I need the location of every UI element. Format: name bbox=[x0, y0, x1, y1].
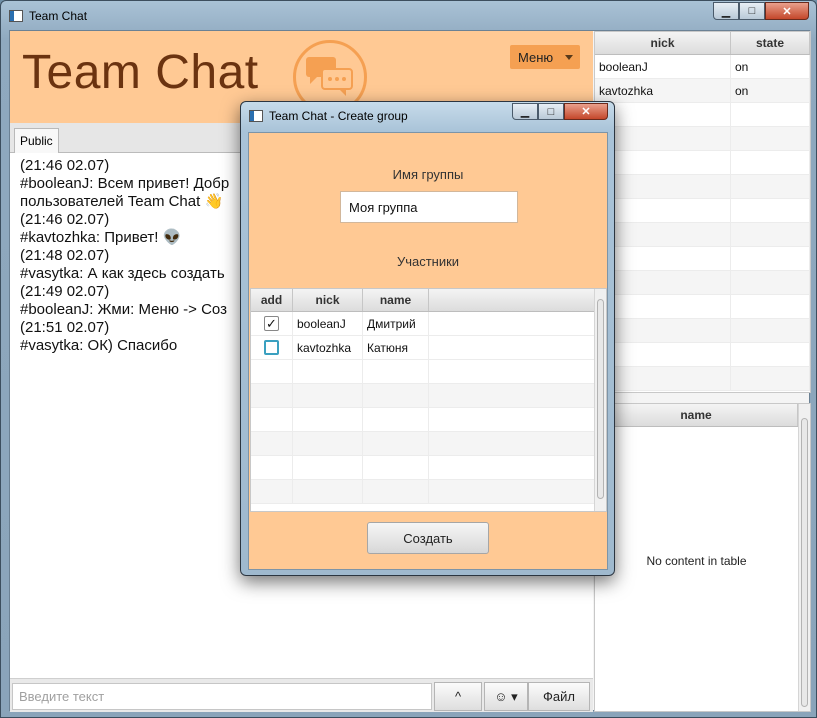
emoji-button[interactable]: ☺ ▾ bbox=[484, 682, 528, 711]
members-table-header: add nick name bbox=[251, 289, 594, 312]
groups-table: name No content in table bbox=[594, 403, 811, 712]
empty-row bbox=[595, 199, 810, 223]
dialog-title-bar: Team Chat - Create group bbox=[249, 109, 408, 123]
app-icon bbox=[249, 110, 263, 122]
empty-row bbox=[595, 151, 810, 175]
column-header-nick[interactable]: nick bbox=[595, 32, 731, 54]
create-group-dialog: Team Chat - Create group ▁ □ ✕ Имя групп… bbox=[240, 101, 615, 576]
column-header-add[interactable]: add bbox=[251, 289, 293, 311]
column-header-nick[interactable]: nick bbox=[293, 289, 363, 311]
column-header-state[interactable]: state bbox=[731, 32, 810, 54]
empty-row bbox=[595, 175, 810, 199]
column-header-name[interactable]: name bbox=[595, 404, 798, 426]
empty-row bbox=[251, 456, 606, 480]
cell-name: Дмитрий bbox=[363, 312, 429, 335]
column-header-name[interactable]: name bbox=[363, 289, 429, 311]
maximize-button[interactable]: □ bbox=[739, 2, 765, 20]
file-button[interactable]: Файл bbox=[528, 682, 590, 711]
empty-row bbox=[595, 223, 810, 247]
users-table-header: nick state bbox=[595, 32, 810, 55]
cell-name: Катюня bbox=[363, 336, 429, 359]
cell-nick: booleanJ bbox=[595, 55, 731, 78]
dialog-close-button[interactable]: ✕ bbox=[564, 103, 608, 120]
empty-row bbox=[595, 103, 810, 127]
minimize-button[interactable]: ▁ bbox=[713, 2, 739, 20]
add-checkbox[interactable] bbox=[264, 340, 279, 355]
empty-table-message: No content in table bbox=[646, 554, 747, 568]
empty-row bbox=[595, 247, 810, 271]
menu-button[interactable]: Меню bbox=[510, 45, 580, 69]
dialog-content: Имя группы Моя группа Участники add nick… bbox=[248, 132, 608, 570]
users-table: nick state booleanJ on kavtozhka on bbox=[594, 31, 811, 393]
cell-add bbox=[251, 336, 293, 359]
app-icon bbox=[9, 10, 23, 22]
cell-nick: booleanJ bbox=[293, 312, 363, 335]
cell-add: ✓ bbox=[251, 312, 293, 335]
send-up-button[interactable]: ^ bbox=[434, 682, 482, 711]
group-name-label: Имя группы bbox=[392, 167, 464, 182]
dialog-minimize-button[interactable]: ▁ bbox=[512, 103, 538, 120]
members-table: add nick name ✓ booleanJ Дмитрий kavtozh… bbox=[250, 288, 607, 512]
chevron-down-icon bbox=[565, 54, 574, 60]
members-label: Участники bbox=[396, 254, 460, 269]
message-input-placeholder: Введите текст bbox=[19, 689, 105, 704]
empty-row bbox=[595, 319, 810, 343]
close-button[interactable]: ✕ bbox=[765, 2, 809, 20]
dialog-window-controls: ▁ □ ✕ bbox=[512, 103, 608, 120]
table-row[interactable]: ✓ booleanJ Дмитрий bbox=[251, 312, 606, 336]
empty-row bbox=[595, 127, 810, 151]
groups-table-scrollbar[interactable] bbox=[798, 404, 810, 711]
empty-row bbox=[251, 432, 606, 456]
logo-text: Team Chat bbox=[22, 46, 259, 99]
empty-row bbox=[595, 271, 810, 295]
empty-row bbox=[595, 295, 810, 319]
window-title: Team Chat bbox=[29, 9, 88, 23]
table-row[interactable]: kavtozhka on bbox=[595, 79, 810, 103]
message-input[interactable]: Введите текст bbox=[12, 683, 432, 710]
cell-state: on bbox=[731, 55, 810, 78]
cell-state: on bbox=[731, 79, 810, 102]
group-name-input[interactable]: Моя группа bbox=[340, 191, 518, 223]
tab-public[interactable]: Public bbox=[14, 128, 59, 153]
empty-row bbox=[251, 360, 606, 384]
empty-row bbox=[251, 384, 606, 408]
create-group-button[interactable]: Создать bbox=[367, 522, 489, 554]
empty-row bbox=[251, 480, 606, 504]
dialog-title: Team Chat - Create group bbox=[269, 109, 408, 123]
add-checkbox[interactable]: ✓ bbox=[264, 316, 279, 331]
groups-table-header: name bbox=[595, 404, 798, 427]
dialog-maximize-button[interactable]: □ bbox=[538, 103, 564, 120]
window-title-bar: Team Chat bbox=[9, 7, 87, 25]
scrollbar-thumb[interactable] bbox=[801, 418, 808, 707]
members-table-scrollbar[interactable] bbox=[594, 289, 606, 511]
menu-button-label: Меню bbox=[518, 49, 554, 65]
empty-row bbox=[595, 343, 810, 367]
message-input-bar: Введите текст ^ ☺ ▾ Файл bbox=[10, 678, 593, 712]
cell-nick: kavtozhka bbox=[595, 79, 731, 102]
table-row[interactable]: booleanJ on bbox=[595, 55, 810, 79]
empty-row bbox=[251, 408, 606, 432]
empty-row bbox=[595, 367, 810, 391]
window-controls: ▁ □ ✕ bbox=[713, 2, 809, 20]
scrollbar-thumb[interactable] bbox=[597, 299, 604, 499]
table-row[interactable]: kavtozhka Катюня bbox=[251, 336, 606, 360]
cell-nick: kavtozhka bbox=[293, 336, 363, 359]
